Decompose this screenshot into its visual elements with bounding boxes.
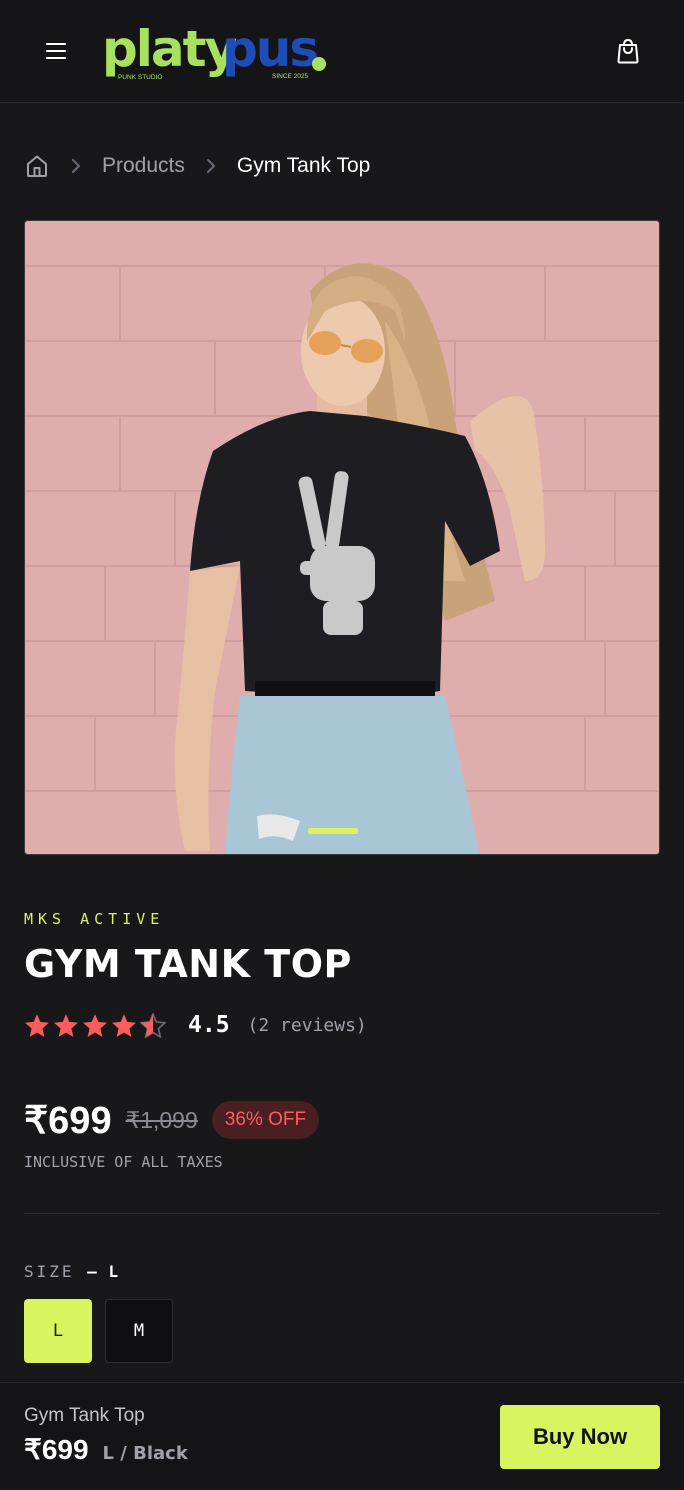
logo-dot (312, 57, 326, 71)
section-divider (24, 1213, 660, 1214)
product-image-carousel[interactable] (24, 220, 660, 855)
selling-price: ₹699 (24, 1099, 112, 1142)
breadcrumb-home[interactable] (24, 153, 50, 179)
product-brand[interactable]: MKS ACTIVE (24, 910, 164, 928)
footer-product-name: Gym Tank Top (24, 1405, 145, 1426)
buy-now-button[interactable]: Buy Now (500, 1405, 660, 1469)
star-rating (24, 1012, 166, 1038)
breadcrumb-separator (185, 158, 237, 174)
star-filled-icon (83, 1013, 107, 1037)
product-photo (25, 221, 659, 854)
logo-text-platy: platy (102, 20, 237, 78)
footer-price-row: ₹699 L / Black (24, 1433, 188, 1466)
breadcrumb: Products Gym Tank Top (24, 146, 370, 186)
logo-text-pus: pus (222, 20, 317, 78)
logo-tagline-left: PUNK STUDIO (118, 74, 162, 81)
price-row: ₹699 ₹1,099 36% OFF (24, 1096, 320, 1144)
breadcrumb-current-page: Gym Tank Top (236, 154, 371, 177)
cart-button[interactable] (610, 33, 646, 69)
discount-badge: 36% OFF (211, 1101, 320, 1139)
logo-tagline-right: SINCE 2025 (272, 73, 309, 80)
star-filled-icon (112, 1013, 136, 1037)
carousel-indicator-dot[interactable] (308, 828, 358, 834)
chevron-right-icon (206, 159, 215, 173)
shopping-bag-icon (617, 38, 639, 64)
size-label-text: SIZE (24, 1262, 75, 1281)
hamburger-menu-icon (46, 43, 66, 59)
star-filled-icon (54, 1013, 78, 1037)
top-header: platy pus PUNK STUDIO SINCE 2025 (0, 0, 684, 103)
footer-variant: L / Black (102, 1443, 188, 1464)
star-half-icon (140, 1012, 166, 1038)
size-option-m[interactable]: M (105, 1299, 173, 1363)
star-filled-icon (25, 1013, 49, 1037)
product-title: GYM TANK TOP (24, 942, 352, 986)
selected-size-text: — L (87, 1262, 120, 1281)
chevron-right-icon (72, 159, 80, 173)
brand-logo[interactable]: platy pus PUNK STUDIO SINCE 2025 (102, 20, 332, 84)
footer-price: ₹699 (24, 1434, 89, 1465)
breadcrumb-separator (50, 158, 102, 174)
rating-value: 4.5 (188, 1012, 230, 1038)
size-options: L M (24, 1299, 173, 1363)
sticky-buy-bar: Gym Tank Top ₹699 L / Black Buy Now (0, 1382, 684, 1490)
tax-note: INCLUSIVE OF ALL TAXES (24, 1153, 223, 1171)
home-icon (27, 155, 47, 177)
size-label: SIZE — L (24, 1262, 119, 1281)
menu-button[interactable] (38, 33, 74, 69)
size-option-l[interactable]: L (24, 1299, 92, 1363)
product-rating: 4.5 (2 reviews) (24, 1008, 367, 1042)
original-price: ₹1,099 (125, 1106, 198, 1133)
review-count-link[interactable]: (2 reviews) (248, 1015, 367, 1036)
breadcrumb-products[interactable]: Products (102, 154, 185, 178)
